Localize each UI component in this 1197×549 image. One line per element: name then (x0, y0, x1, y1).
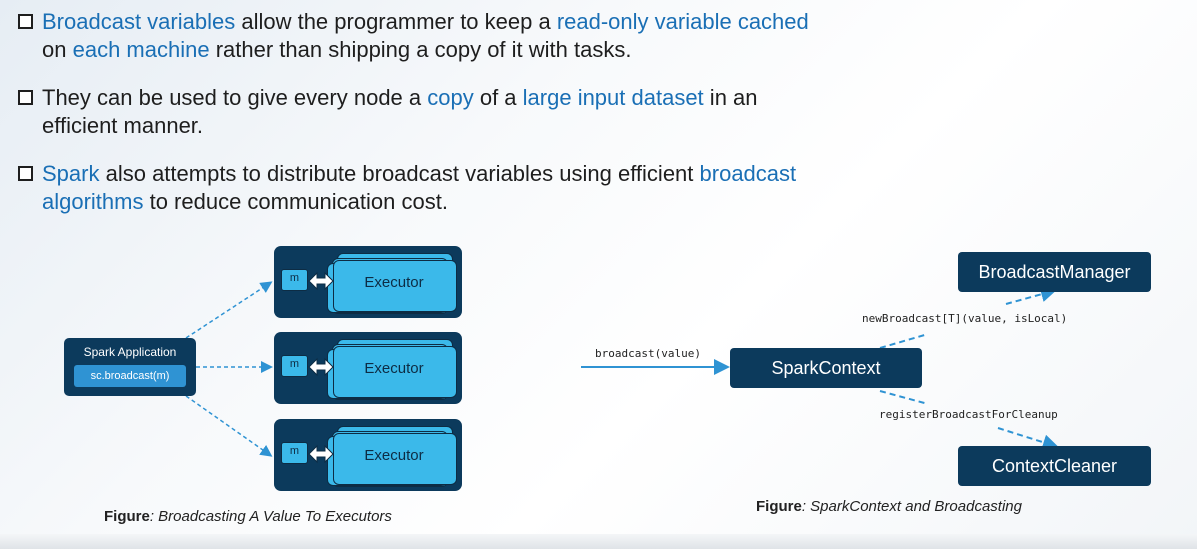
double-arrow-icon (308, 271, 334, 291)
executor-label: Executor (364, 447, 424, 464)
caption-italic: : SparkContext and Broadcasting (801, 498, 1022, 515)
new-broadcast-line-lower (879, 333, 929, 349)
figure-caption-left: Figure: Broadcasting A Value To Executor… (104, 508, 392, 525)
m-value-box: m (281, 269, 308, 291)
spark-context-box: SparkContext (730, 348, 922, 388)
caption-italic: : Broadcasting A Value To Executors (149, 508, 392, 525)
broadcast-line-bottom (185, 395, 273, 457)
double-arrow-icon (308, 357, 334, 377)
caption-bold: Figure (104, 508, 150, 525)
double-arrow-icon (308, 444, 334, 464)
executor-label: Executor (364, 360, 424, 377)
m-value-box: m (281, 442, 308, 464)
register-call-label: registerBroadcastForCleanup (879, 408, 1058, 421)
executor-panel: m Executor (274, 419, 462, 491)
broadcast-call-label: broadcast(value) (595, 347, 701, 360)
new-broadcast-call-label: newBroadcast[T](value, isLocal) (862, 312, 1068, 325)
broadcast-code-label: sc.broadcast(m) (74, 365, 186, 387)
diagram-area: Spark Application sc.broadcast(m) m Exec… (0, 0, 1197, 549)
executor-panel: m Executor (274, 246, 462, 318)
m-value-box: m (281, 355, 308, 377)
spark-application-title: Spark Application (83, 345, 177, 359)
broadcast-line-top (185, 281, 273, 339)
caption-bold: Figure (756, 498, 802, 515)
figure-caption-right: Figure: SparkContext and Broadcasting (756, 498, 1022, 515)
executor-panel: m Executor (274, 332, 462, 404)
broadcast-manager-box: BroadcastManager (958, 252, 1151, 292)
context-cleaner-box: ContextCleaner (958, 446, 1151, 486)
register-line-lower (997, 427, 1059, 451)
spark-application-panel: Spark Application sc.broadcast(m) (64, 338, 196, 396)
executor-label: Executor (364, 274, 424, 291)
register-line-upper (879, 390, 929, 405)
new-broadcast-line-upper (1005, 286, 1057, 305)
